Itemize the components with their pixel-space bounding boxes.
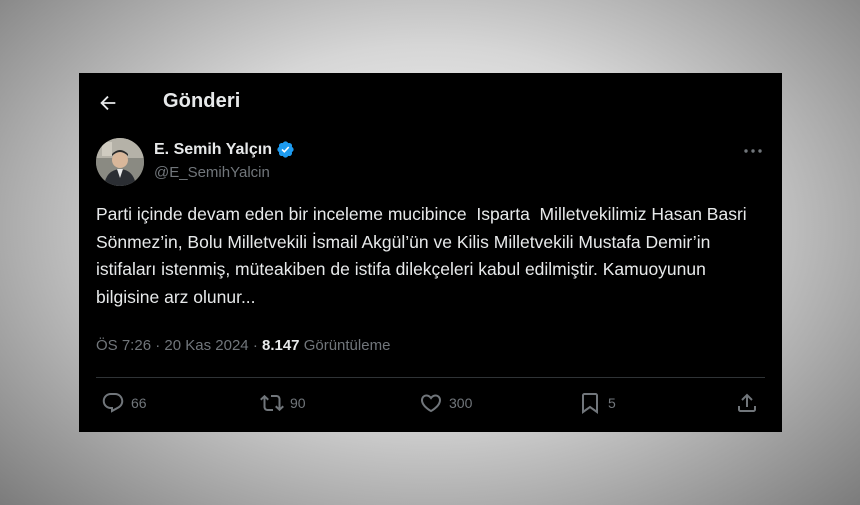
author-handle[interactable]: @E_SemihYalcin <box>154 164 270 181</box>
repost-button[interactable]: 90 <box>260 391 306 415</box>
share-icon <box>735 391 759 415</box>
reply-count: 66 <box>131 395 147 411</box>
meta-separator: · <box>155 337 161 354</box>
bookmark-count: 5 <box>608 395 616 411</box>
meta-separator: · <box>252 337 258 354</box>
divider <box>96 377 765 378</box>
reply-icon <box>101 391 125 415</box>
reply-button[interactable]: 66 <box>101 391 147 415</box>
post-meta: ÖS 7:26 · 20 Kas 2024 · 8.147 Görüntülem… <box>96 337 390 354</box>
like-count: 300 <box>449 395 473 411</box>
author-name-row: E. Semih Yalçın <box>154 140 295 159</box>
views-count: 8.147 <box>261 337 300 354</box>
repost-count: 90 <box>290 395 306 411</box>
views-label: Görüntüleme <box>303 337 391 354</box>
post-time[interactable]: ÖS 7:26 <box>96 337 151 354</box>
author-name[interactable]: E. Semih Yalçın <box>154 141 272 159</box>
like-button[interactable]: 300 <box>419 391 472 415</box>
avatar[interactable] <box>96 138 144 186</box>
repost-icon <box>260 391 284 415</box>
verified-badge-icon <box>276 140 295 159</box>
page-title: Gönderi <box>163 90 241 112</box>
bookmark-button[interactable]: 5 <box>578 391 616 415</box>
share-button[interactable] <box>735 391 759 415</box>
action-bar: 66 90 300 5 <box>79 391 782 421</box>
header: Gönderi <box>79 73 782 133</box>
heart-icon <box>419 391 443 415</box>
more-options-icon[interactable] <box>741 143 765 159</box>
bookmark-icon <box>578 391 602 415</box>
arrow-left-icon[interactable] <box>97 92 119 114</box>
post-date[interactable]: 20 Kas 2024 <box>164 337 248 354</box>
post-card: Gönderi E. Semih Yalçın @E_SemihYalcin P… <box>79 73 782 432</box>
post-text: Parti içinde devam eden bir inceleme muc… <box>96 204 752 307</box>
